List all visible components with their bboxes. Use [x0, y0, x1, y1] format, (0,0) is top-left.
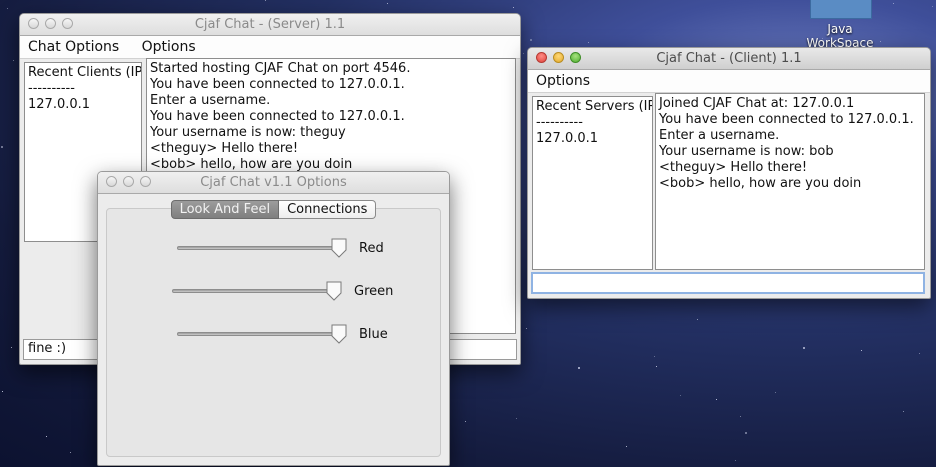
minimize-button[interactable] — [123, 176, 134, 187]
star — [680, 395, 681, 396]
star — [588, 42, 589, 43]
star — [716, 399, 717, 400]
tab-look-and-feel[interactable]: Look And Feel — [170, 200, 280, 219]
chat-message: You have been connected to 127.0.0.1. — [150, 109, 405, 124]
slider-track — [177, 332, 341, 336]
star — [745, 432, 747, 434]
chat-message: Enter a username. — [150, 93, 271, 108]
star — [526, 328, 527, 329]
star — [13, 60, 14, 61]
blue-slider[interactable] — [177, 324, 349, 345]
star — [530, 39, 532, 41]
client-title-bar[interactable]: Cjaf Chat - (Client) 1.1 — [528, 48, 930, 70]
slider-track — [177, 246, 341, 250]
chat-message: Joined CJAF Chat at: 127.0.0.1 — [659, 96, 855, 111]
desktop-icon-label: Java WorkSpace — [806, 22, 874, 50]
star — [513, 7, 514, 8]
star — [903, 411, 904, 412]
star — [654, 356, 655, 357]
menu-chat-options[interactable]: Chat Options — [28, 39, 119, 55]
slider-thumb[interactable] — [326, 281, 342, 301]
star — [265, 0, 266, 1]
menu-options[interactable]: Options — [142, 39, 196, 55]
minimize-button[interactable] — [45, 18, 56, 29]
star — [2, 391, 3, 392]
star — [626, 446, 627, 447]
server-title-bar[interactable]: Cjaf Chat - (Server) 1.1 — [20, 14, 520, 36]
list-separator: ---------- — [28, 81, 75, 96]
red-slider[interactable] — [177, 238, 349, 259]
star — [893, 3, 894, 4]
chat-message: You have been connected to 127.0.0.1. — [150, 77, 405, 92]
star — [523, 53, 524, 54]
zoom-button[interactable] — [62, 18, 73, 29]
chat-message: Your username is now: theguy — [150, 125, 346, 140]
recent-servers-list[interactable]: Recent Servers (IP) ---------- 127.0.0.1 — [532, 96, 653, 270]
recent-servers-header: Recent Servers (IP) — [536, 99, 653, 114]
green-slider[interactable] — [172, 281, 344, 302]
client-window-title: Cjaf Chat - (Client) 1.1 — [656, 51, 802, 66]
chat-message: You have been connected to 127.0.0.1. — [659, 112, 914, 127]
star — [7, 8, 8, 9]
menu-options[interactable]: Options — [536, 73, 590, 89]
slider-track — [172, 289, 336, 293]
star — [1, 146, 3, 148]
star — [465, 421, 466, 422]
close-button[interactable] — [536, 52, 547, 63]
star — [932, 6, 933, 7]
server-menu-bar: Chat Options Options — [20, 36, 520, 59]
zoom-button[interactable] — [570, 52, 581, 63]
star — [775, 392, 776, 393]
green-slider-label: Green — [354, 284, 394, 299]
red-slider-label: Red — [359, 241, 384, 256]
star — [70, 452, 71, 453]
options-title-bar[interactable]: Cjaf Chat v1.1 Options — [98, 172, 449, 194]
look-and-feel-pane: Red Green Blue — [106, 208, 441, 457]
client-menu-bar: Options — [528, 70, 930, 93]
star — [919, 353, 920, 354]
list-item[interactable]: 127.0.0.1 — [536, 131, 649, 147]
chat-message: <bob> hello, how are you doin — [659, 176, 862, 191]
star — [46, 436, 47, 437]
client-window: Cjaf Chat - (Client) 1.1 Options Recent … — [527, 47, 931, 299]
star — [387, 3, 388, 4]
options-window: Cjaf Chat v1.1 Options Look And Feel Conn… — [97, 171, 450, 466]
zoom-button[interactable] — [140, 176, 151, 187]
star — [516, 418, 517, 419]
star — [740, 416, 741, 417]
chat-message: <theguy> Hello there! — [150, 141, 299, 156]
client-chat-log: Joined CJAF Chat at: 127.0.0.1 You have … — [655, 93, 925, 270]
star — [656, 366, 657, 367]
java-workspace-icon[interactable] — [810, 0, 872, 19]
chat-message: Enter a username. — [659, 128, 780, 143]
star — [697, 319, 698, 320]
blue-slider-label: Blue — [359, 327, 388, 342]
client-message-input[interactable] — [531, 272, 925, 294]
server-window-title: Cjaf Chat - (Server) 1.1 — [194, 17, 346, 32]
chat-message: Your username is now: bob — [659, 144, 834, 159]
star — [11, 347, 12, 348]
list-separator: ---------- — [536, 115, 583, 130]
options-tab-strip: Look And Feel Connections — [98, 198, 449, 219]
close-button[interactable] — [106, 176, 117, 187]
star — [861, 350, 862, 351]
slider-thumb[interactable] — [331, 238, 347, 258]
tab-connections[interactable]: Connections — [279, 200, 377, 219]
minimize-button[interactable] — [553, 52, 564, 63]
close-button[interactable] — [28, 18, 39, 29]
chat-message: <theguy> Hello there! — [659, 160, 808, 175]
slider-thumb[interactable] — [331, 324, 347, 344]
options-window-title: Cjaf Chat v1.1 Options — [200, 175, 347, 190]
list-item[interactable]: 127.0.0.1 — [28, 97, 138, 113]
recent-clients-header: Recent Clients (IP) — [28, 65, 142, 80]
star — [735, 460, 736, 461]
star — [578, 367, 580, 369]
chat-message: Started hosting CJAF Chat on port 4546. — [150, 61, 411, 76]
star — [803, 347, 805, 349]
